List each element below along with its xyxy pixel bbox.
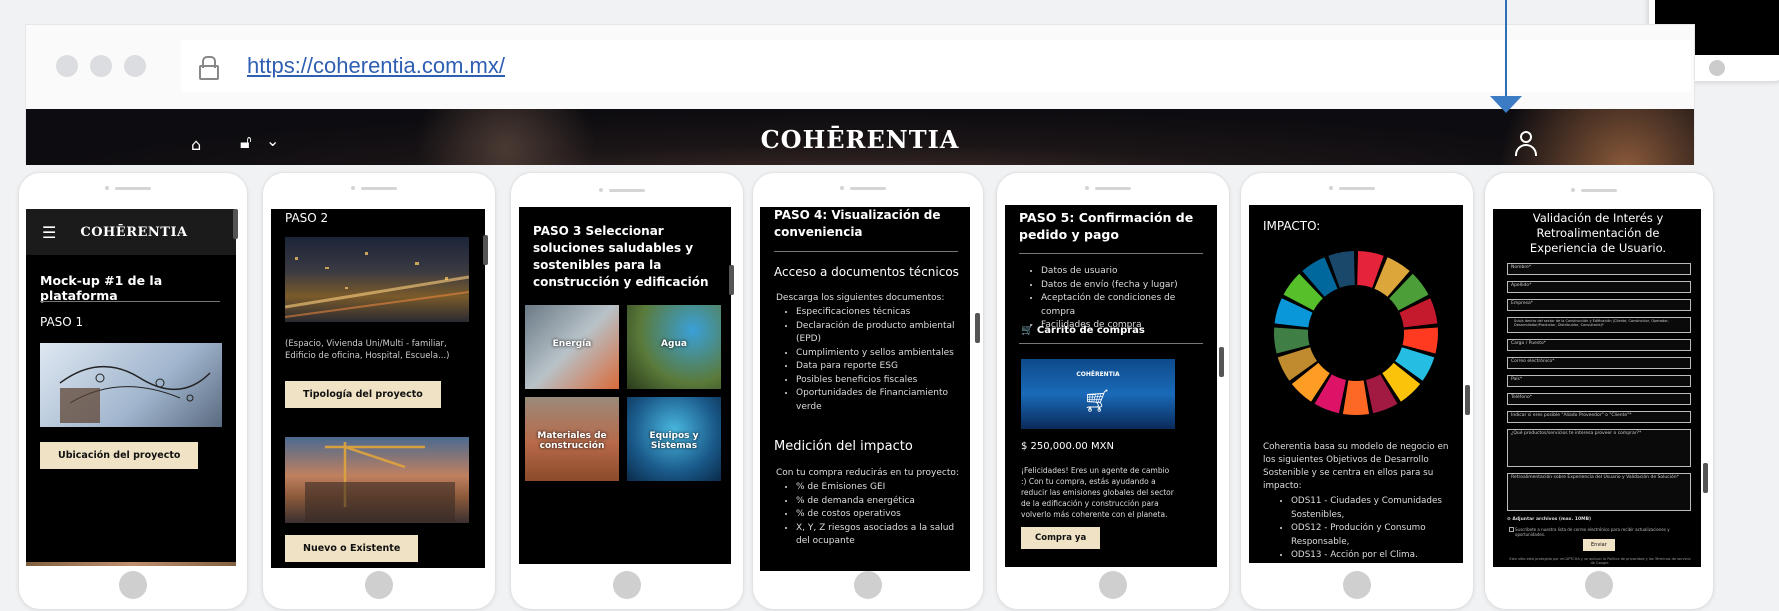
app-header: ☰ COHĒRENTIA xyxy=(26,209,236,255)
phone-1-screen: ☰ COHĒRENTIA Mock-up #1 de la plataforma… xyxy=(26,209,236,566)
buy-now-button[interactable]: Compra ya xyxy=(1021,527,1101,549)
congrats-message: ¡Felicidades! Eres un agente de cambio :… xyxy=(1021,466,1174,519)
shopping-cart-icon: 🛒︎ xyxy=(1083,389,1111,414)
phone-2-screen: PASO 2 (Espacio, Vivienda Uni/Multi - fa… xyxy=(271,209,485,568)
docs-intro: Descarga los siguientes documentos: xyxy=(776,293,945,303)
lock-icon xyxy=(199,56,219,80)
impact-text: Coherentia basa su modelo de negocio en … xyxy=(1263,442,1449,491)
phone-step-2: PASO 2 (Espacio, Vivienda Uni/Multi - fa… xyxy=(262,172,496,610)
phone-step-4: PASO 4: Visualización de conveniencia Ac… xyxy=(752,172,984,610)
window-controls xyxy=(56,55,146,77)
maximize-dot[interactable] xyxy=(124,55,146,77)
home-button[interactable] xyxy=(1343,571,1371,599)
mockup-canvas: https://coherentia.com.mx/ ⌂ 🔓︎ ⌄ COHĒRE… xyxy=(0,0,1779,611)
form-title: Validación de Interés y Retroalimentació… xyxy=(1529,211,1667,255)
interest-textarea[interactable]: ¿Qué productos/servicios te interesa pro… xyxy=(1507,429,1691,467)
order-items: Datos de usuario Datos de envío (fecha y… xyxy=(1021,265,1211,333)
home-button[interactable] xyxy=(613,571,641,599)
mini-phone-home-button xyxy=(1709,60,1725,76)
step-title: PASO 5: Confirmación de pedido y pago xyxy=(1019,210,1194,242)
attach-files[interactable]: ⊘ Adjuntar archivos (max. 10MB) xyxy=(1507,517,1591,522)
email-field[interactable]: Correo electrónico* xyxy=(1507,357,1691,369)
cart-image: COHĒRENTIA 🛒︎ xyxy=(1021,359,1175,429)
phone-impact: IMPACTO: Coherentia basa su modelo de ne… xyxy=(1240,172,1474,610)
phone-feedback-form: Validación de Interés y Retroalimentació… xyxy=(1484,172,1714,610)
role-field[interactable]: Indicar si eres posible "Aliado Proveedo… xyxy=(1507,411,1691,423)
recaptcha-note: Este sitio está protegido por reCAPTCHA … xyxy=(1509,557,1691,565)
city-night-image xyxy=(285,237,469,322)
world-map-image xyxy=(40,343,222,427)
cart-label[interactable]: 🛒 Carrito de compras xyxy=(1021,325,1145,336)
phone-step-1: ☰ COHĒRENTIA Mock-up #1 de la plataforma… xyxy=(18,172,248,610)
phone-field[interactable]: Teléfono* xyxy=(1507,393,1691,405)
water-tile[interactable]: Agua xyxy=(627,305,721,389)
energy-tile[interactable]: Energía xyxy=(525,305,619,389)
home-button[interactable] xyxy=(119,571,147,599)
pointer-line xyxy=(1505,0,1507,96)
docs-list: Especificaciones técnicas Declaración de… xyxy=(776,306,956,414)
user-icon[interactable] xyxy=(1514,131,1538,157)
phone-4-screen: PASO 4: Visualización de conveniencia Ac… xyxy=(760,207,970,571)
pointer-arrow xyxy=(1490,96,1522,113)
home-button[interactable] xyxy=(1099,571,1127,599)
impact-list: % de Emisiones GEI % de demanda energéti… xyxy=(776,481,956,549)
step-title: PASO 3 Seleccionar soluciones saludables… xyxy=(533,224,709,289)
name-field[interactable]: Nombre* xyxy=(1507,263,1691,275)
location-button[interactable]: Ubicación del proyecto xyxy=(40,442,199,469)
sdg-wheel xyxy=(1274,251,1438,415)
phone-step-5: PASO 5: Confirmación de pedido y pago Da… xyxy=(996,172,1230,610)
subscribe-checkbox[interactable] xyxy=(1509,527,1514,532)
home-button[interactable] xyxy=(365,571,393,599)
phone-step-3: PASO 3 Seleccionar soluciones saludables… xyxy=(510,172,744,610)
new-or-existing-button[interactable]: Nuevo o Existente xyxy=(285,535,419,562)
step-title: PASO 4: Visualización de conveniencia xyxy=(774,208,941,239)
impact-heading: Medición del impacto xyxy=(774,439,913,454)
site-header: ⌂ 🔓︎ ⌄ COHĒRENTIA xyxy=(26,109,1694,165)
impact-intro: Con tu compra reducirás en tu proyecto: xyxy=(776,468,959,478)
sdg-goals: ODS11 - Ciudades y Comunidades Sostenibl… xyxy=(1271,495,1451,563)
country-field[interactable]: País* xyxy=(1507,375,1691,387)
address-bar[interactable]: https://coherentia.com.mx/ xyxy=(181,40,1691,92)
step-label: PASO 2 xyxy=(285,211,329,225)
home-button[interactable] xyxy=(854,571,882,599)
home-button[interactable] xyxy=(1585,571,1613,599)
browser-window: https://coherentia.com.mx/ ⌂ 🔓︎ ⌄ COHĒRE… xyxy=(25,24,1695,165)
company-field[interactable]: Empresa* xyxy=(1507,299,1691,311)
phone-7-screen: Validación de Interés y Retroalimentació… xyxy=(1493,209,1701,567)
subscribe-checkbox-label[interactable]: Suscríbete a nuestra lista de correo ele… xyxy=(1515,527,1691,537)
phone-3-screen: PASO 3 Seleccionar soluciones saludables… xyxy=(519,207,731,564)
typology-caption: (Espacio, Vivienda Uni/Multi - familiar,… xyxy=(285,339,450,361)
typology-button[interactable]: Tipología del proyecto xyxy=(285,381,441,408)
construction-site-image xyxy=(285,437,469,523)
hamburger-menu-icon[interactable]: ☰ xyxy=(42,223,56,242)
impact-title: IMPACTO: xyxy=(1263,219,1321,233)
equipment-tile[interactable]: Equipos y Sistemas xyxy=(627,397,721,481)
minimize-dot[interactable] xyxy=(90,55,112,77)
feedback-textarea[interactable]: Retroalimentación sobre Experiencia del … xyxy=(1507,473,1691,511)
sdg-segment xyxy=(1342,380,1370,415)
price: $ 250,000.00 MXN xyxy=(1021,441,1114,452)
step-label: PASO 1 xyxy=(40,315,84,329)
lastname-field[interactable]: Apellido* xyxy=(1507,281,1691,293)
phone-6-screen: IMPACTO: Coherentia basa su modelo de ne… xyxy=(1249,205,1463,563)
close-dot[interactable] xyxy=(56,55,78,77)
site-logo[interactable]: COHĒRENTIA xyxy=(26,125,1694,154)
phone-5-screen: PASO 5: Confirmación de pedido y pago Da… xyxy=(1005,205,1217,567)
position-field[interactable]: Cargo / Puesto* xyxy=(1507,339,1691,351)
submit-button[interactable]: Enviar xyxy=(1583,539,1615,551)
page-title: Mock-up #1 de la plataforma xyxy=(40,273,163,303)
tech-docs-heading: Acceso a documentos técnicos xyxy=(774,265,959,279)
sector-field[interactable]: Sub/s dentro del sector de la Construcci… xyxy=(1507,317,1691,333)
materials-tile[interactable]: Materiales de construcción xyxy=(525,397,619,481)
app-logo: COHĒRENTIA xyxy=(80,224,188,240)
url-link[interactable]: https://coherentia.com.mx/ xyxy=(247,53,505,79)
